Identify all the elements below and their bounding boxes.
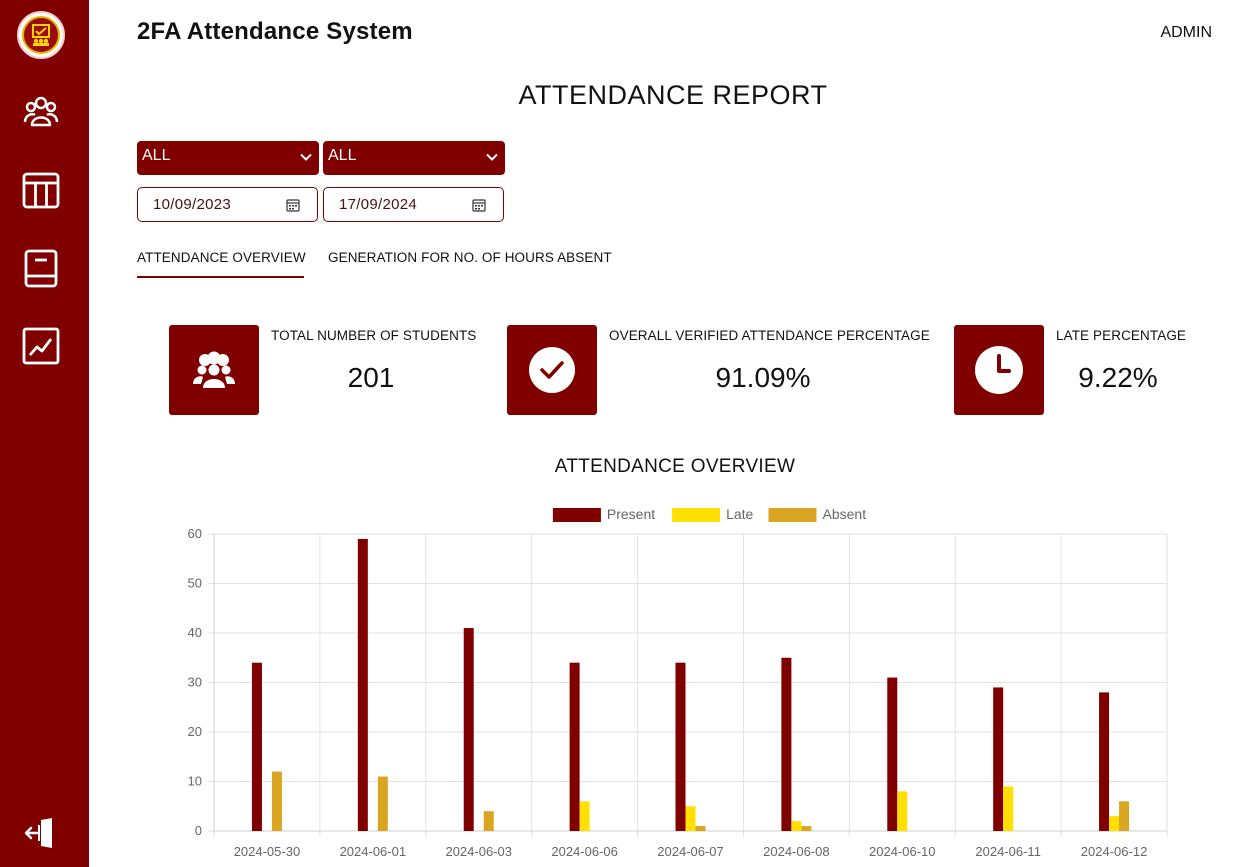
nav-book[interactable] [20, 247, 62, 289]
nav-students[interactable] [20, 90, 62, 132]
legend-swatch-late [672, 508, 721, 522]
y-tick-label: 40 [188, 625, 202, 640]
users-icon [193, 351, 235, 388]
chart-line-icon [22, 327, 60, 365]
x-tick-label: 2024-05-30 [234, 844, 301, 859]
bar-present [569, 662, 580, 831]
sidebar [0, 0, 89, 867]
date-to-input[interactable]: 17/09/2024 [323, 187, 504, 222]
user-menu[interactable]: ADMIN [1160, 24, 1212, 42]
date-from-value: 10/09/2023 [153, 196, 232, 213]
legend-label-late: Late [726, 506, 753, 522]
filter-select-2[interactable]: ALL [323, 141, 505, 175]
chevron-down-icon [486, 153, 498, 161]
y-tick-label: 30 [188, 675, 202, 690]
stat-attendance-value: 91.09% [715, 362, 811, 393]
users-icon [23, 96, 59, 127]
stat-students-value: 201 [347, 362, 395, 393]
bar-present [993, 687, 1004, 831]
logout-button[interactable] [20, 812, 62, 854]
stat-late-value: 9.22% [1078, 362, 1158, 393]
legend-label-absent: Absent [823, 506, 867, 522]
clock-icon [975, 346, 1023, 394]
x-tick-label: 2024-06-06 [551, 844, 618, 859]
y-tick-label: 0 [195, 823, 202, 838]
bar-absent [377, 776, 388, 831]
bar-late [897, 791, 908, 831]
tab-hours-absent[interactable]: GENERATION FOR NO. OF HOURS ABSENT [328, 250, 612, 265]
bar-present [251, 662, 262, 831]
y-tick-label: 60 [188, 526, 202, 541]
active-tab-indicator [137, 276, 304, 278]
book-icon [24, 249, 58, 288]
legend-swatch-present [552, 508, 601, 522]
bar-absent [801, 826, 812, 831]
bar-present [1099, 692, 1110, 831]
bar-absent [271, 771, 282, 831]
bar-present [887, 677, 898, 831]
bar-present [675, 662, 686, 831]
x-tick-label: 2024-06-08 [763, 844, 830, 859]
bar-present [781, 657, 792, 831]
filter-select-1-value: ALL [142, 147, 171, 164]
bar-absent [695, 826, 706, 831]
bar-present [463, 628, 474, 831]
check-circle-icon [529, 347, 575, 393]
filter-select-2-value: ALL [328, 147, 357, 164]
tab-attendance-overview[interactable]: ATTENDANCE OVERVIEW [137, 250, 306, 265]
x-tick-label: 2024-06-10 [869, 844, 936, 859]
bar-late [685, 806, 696, 831]
stat-attendance-label: OVERALL VERIFIED ATTENDANCE PERCENTAGE [609, 328, 930, 343]
table-icon [22, 172, 60, 209]
bar-late [579, 801, 590, 831]
x-tick-label: 2024-06-07 [657, 844, 724, 859]
stat-students-icon-box [169, 325, 259, 415]
y-tick-label: 20 [188, 724, 202, 739]
calendar-icon[interactable] [472, 198, 486, 212]
bar-late [1003, 786, 1014, 831]
stat-late-label: LATE PERCENTAGE [1056, 328, 1187, 343]
stat-students-label: TOTAL NUMBER OF STUDENTS [271, 328, 477, 343]
bar-absent [483, 811, 494, 831]
bar-present [357, 538, 368, 831]
legend-swatch-absent [768, 508, 817, 522]
bar-absent [1119, 801, 1130, 831]
y-tick-label: 10 [188, 774, 202, 789]
date-to-value: 17/09/2024 [339, 196, 418, 213]
logout-icon [24, 818, 52, 848]
logo-emblem-icon [22, 16, 60, 54]
attendance-bar-chart: 0 10 20 30 40 50 60 2024-05-30 2024-06-01 2024-06… [188, 506, 1168, 859]
x-tick-label: 2024-06-01 [340, 844, 407, 859]
app-logo [17, 11, 65, 59]
date-from-input[interactable]: 10/09/2023 [137, 187, 318, 222]
y-tick-label: 50 [188, 576, 202, 591]
app-title: 2FA Attendance System [137, 18, 413, 45]
legend-label-present: Present [607, 506, 655, 522]
stat-attendance-icon-box [507, 325, 597, 415]
chevron-down-icon [300, 153, 312, 161]
nav-table[interactable] [20, 169, 62, 211]
page-title: ATTENDANCE REPORT [518, 80, 828, 110]
x-tick-label: 2024-06-11 [975, 844, 1041, 859]
x-tick-label: 2024-06-03 [445, 844, 512, 859]
bar-late [791, 821, 802, 831]
calendar-icon[interactable] [286, 198, 300, 212]
bar-late [1109, 816, 1120, 831]
chart-title: ATTENDANCE OVERVIEW [554, 456, 796, 477]
filter-select-1[interactable]: ALL [137, 141, 319, 175]
stat-late-icon-box [954, 325, 1044, 415]
nav-reports[interactable] [20, 325, 62, 367]
x-tick-label: 2024-06-12 [1081, 844, 1148, 859]
